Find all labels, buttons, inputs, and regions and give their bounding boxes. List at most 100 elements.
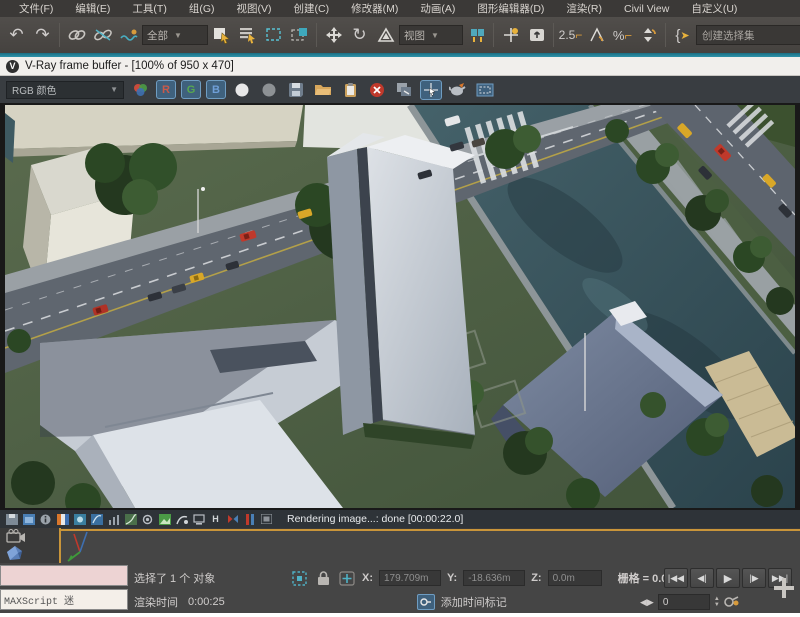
angle-snap-icon[interactable] [584, 21, 609, 49]
viewport-pan-button[interactable] [770, 565, 798, 611]
vfb-bottom-toolbar: H Rendering image...: done [00:00:22.0] [0, 510, 800, 528]
ab-compare-icon[interactable] [243, 513, 256, 525]
rgb-channels-icon[interactable] [129, 80, 151, 100]
current-frame-field[interactable]: 0 [658, 594, 710, 610]
snaps-toggle-icon[interactable]: 2.5⌐ [558, 21, 583, 49]
background-image-icon[interactable] [158, 513, 171, 525]
levels-icon[interactable] [107, 513, 120, 525]
menu-group[interactable]: 组(G) [178, 1, 226, 16]
unlink-icon[interactable] [90, 21, 115, 49]
region-render-icon[interactable] [474, 80, 496, 100]
menu-views[interactable]: 视图(V) [226, 1, 283, 16]
vfb-render-status: Rendering image...: done [00:00:22.0] [287, 513, 463, 525]
color-corrections-icon[interactable] [56, 513, 69, 525]
go-to-start-button[interactable]: |◀◀ [664, 568, 688, 588]
save-image-small-icon[interactable] [5, 513, 18, 525]
monochrome-icon[interactable] [258, 80, 280, 100]
keyboard-override-icon[interactable] [524, 21, 549, 49]
select-object-icon[interactable] [209, 21, 234, 49]
compare-horizontal-icon[interactable]: H [209, 513, 222, 525]
z-coordinate-field[interactable]: 0.0m [548, 570, 602, 586]
snap-label: 2.5 [559, 28, 576, 42]
compare-wipe-icon[interactable] [226, 513, 239, 525]
undo-icon[interactable]: ↶ [4, 21, 29, 49]
clear-image-icon[interactable] [366, 80, 388, 100]
select-manipulate-icon[interactable] [498, 21, 523, 49]
track-mouse-icon[interactable] [420, 80, 442, 100]
spinner-snap-icon[interactable] [636, 21, 661, 49]
y-label: Y: [447, 572, 457, 584]
duplicate-to-host-icon[interactable] [393, 80, 415, 100]
add-time-tag-label[interactable]: 添加时间标记 [441, 594, 507, 610]
key-filters-icon[interactable] [724, 594, 740, 611]
isolate-selection-icon[interactable] [290, 569, 308, 587]
rectangular-selection-region-icon[interactable] [261, 21, 286, 49]
selection-lock-icon[interactable] [314, 569, 332, 587]
lens-effects-icon[interactable] [175, 513, 188, 525]
vfb-rendered-image[interactable] [0, 103, 800, 510]
frame-spinner[interactable]: ▲▼ [714, 596, 720, 608]
vfb-channel-dropdown[interactable]: RGB 颜色 ▼ [6, 81, 124, 99]
menu-file[interactable]: 文件(F) [8, 1, 64, 16]
z-label: Z: [531, 572, 541, 584]
absolute-mode-icon[interactable] [338, 569, 356, 587]
page-background [0, 613, 800, 617]
image-info-icon[interactable] [39, 513, 52, 525]
green-channel-button[interactable]: G [181, 80, 201, 99]
menu-graph-editors[interactable]: 图形编辑器(D) [466, 1, 555, 16]
stamp-icon[interactable] [192, 513, 205, 525]
menu-animation[interactable]: 动画(A) [409, 1, 466, 16]
frame-controls: ◀▶ 0 ▲▼ [640, 590, 740, 614]
browse-images-icon[interactable] [22, 513, 35, 525]
previous-frame-button[interactable]: ◀| [690, 568, 714, 588]
add-time-tag-icon[interactable] [417, 594, 435, 610]
next-frame-button[interactable]: |▶ [742, 568, 766, 588]
vfb-title-bar[interactable]: V V-Ray frame buffer - [100% of 950 x 47… [0, 57, 800, 76]
named-selection-set-field[interactable]: 创建选择集 [696, 25, 800, 45]
menu-modifiers[interactable]: 修改器(M) [340, 1, 409, 16]
menu-edit[interactable]: 编辑(E) [64, 1, 121, 16]
bind-spacewarp-icon[interactable] [116, 21, 141, 49]
select-by-name-icon[interactable] [235, 21, 260, 49]
percent-snap-icon[interactable]: %⌐ [610, 21, 635, 49]
menu-civil-view[interactable]: Civil View [613, 3, 680, 15]
copy-clipboard-icon[interactable] [339, 80, 361, 100]
alpha-channel-icon[interactable] [231, 80, 253, 100]
menu-customize[interactable]: 自定义(U) [680, 1, 748, 16]
window-crossing-icon[interactable] [287, 21, 312, 49]
maxscript-mini-listener: MAXScript 迷 [0, 563, 130, 613]
redo-icon[interactable]: ↷ [30, 21, 55, 49]
view-srgb-icon[interactable] [90, 513, 103, 525]
reference-coordsys-dropdown[interactable]: 视图 ▼ [399, 25, 463, 45]
coordsys-value: 视图 [404, 28, 425, 43]
curves-icon[interactable] [124, 513, 137, 525]
play-button[interactable]: ▶ [716, 568, 740, 588]
key-mode-icon[interactable]: ◀▶ [640, 597, 654, 608]
main-toolbar: ↶ ↷ 全部 ▼ ↻ [0, 17, 800, 53]
open-image-icon[interactable] [312, 80, 334, 100]
use-center-icon[interactable] [464, 21, 489, 49]
select-scale-icon[interactable] [373, 21, 398, 49]
geometry-object-icon[interactable] [6, 545, 24, 563]
force-color-clamping-icon[interactable] [73, 513, 86, 525]
history-panel-icon[interactable] [260, 513, 273, 525]
exposure-icon[interactable] [141, 513, 154, 525]
menu-rendering[interactable]: 渲染(R) [555, 1, 613, 16]
menu-create[interactable]: 创建(C) [283, 1, 341, 16]
select-rotate-icon[interactable]: ↻ [347, 21, 372, 49]
render-last-icon[interactable] [447, 80, 469, 100]
maxscript-macro-recorder[interactable] [0, 565, 128, 586]
select-move-icon[interactable] [321, 21, 346, 49]
menu-tools[interactable]: 工具(T) [121, 1, 177, 16]
viewport-area[interactable] [61, 531, 800, 563]
selection-filter-dropdown[interactable]: 全部 ▼ [142, 25, 208, 45]
dropdown-arrow-icon: ▼ [431, 31, 439, 40]
blue-channel-button[interactable]: B [206, 80, 226, 99]
select-link-icon[interactable] [64, 21, 89, 49]
maxscript-listener-field[interactable]: MAXScript 迷 [0, 589, 128, 610]
save-image-icon[interactable] [285, 80, 307, 100]
named-selection-sets-icon[interactable]: {➤ [670, 21, 695, 49]
x-coordinate-field[interactable]: 179.709m [379, 570, 441, 586]
red-channel-button[interactable]: R [156, 80, 176, 99]
y-coordinate-field[interactable]: -18.636m [463, 570, 525, 586]
